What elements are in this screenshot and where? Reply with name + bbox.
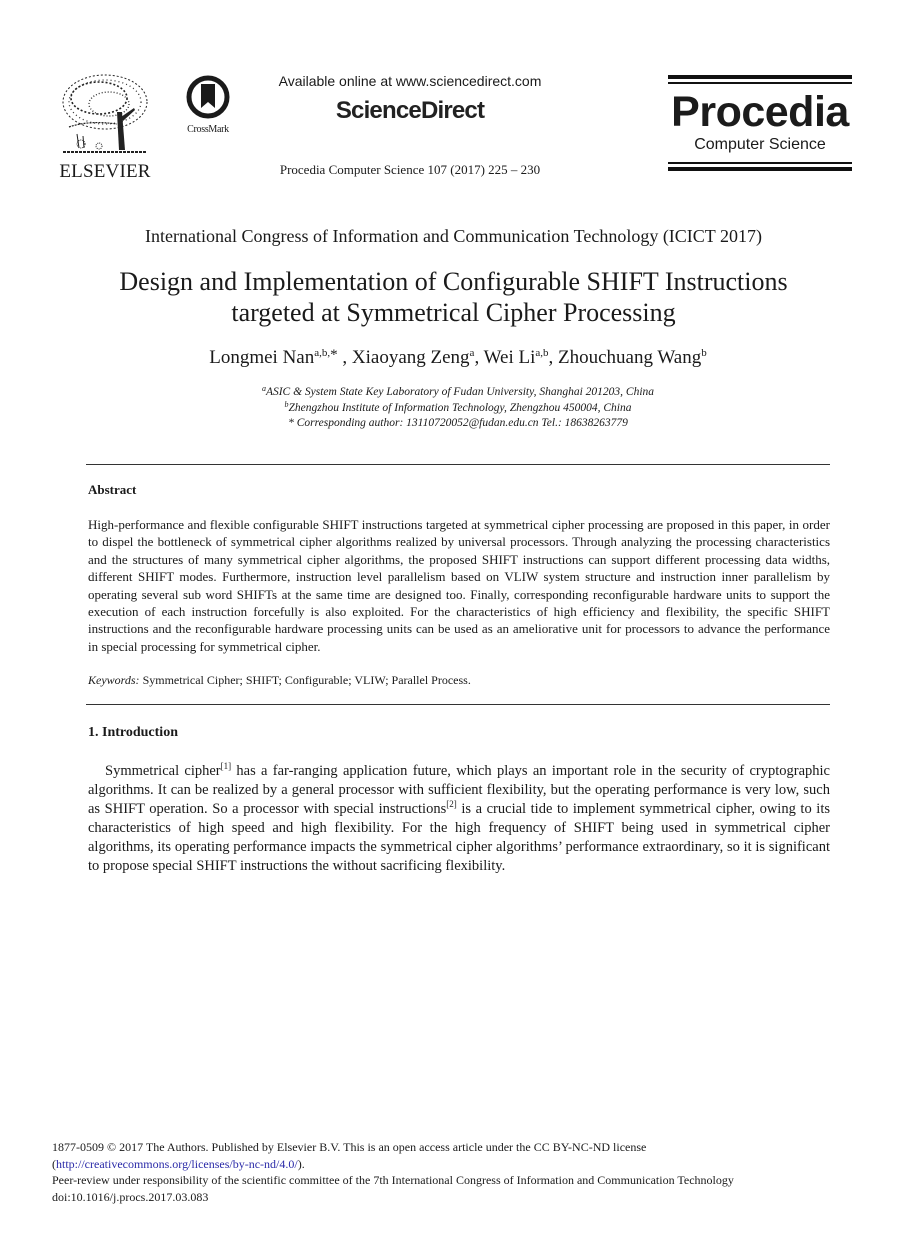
divider: [86, 704, 830, 705]
peer-review-line: Peer-review under responsibility of the …: [52, 1173, 734, 1187]
procedia-title: Procedia: [671, 88, 849, 136]
affiliation-text: Zhengzhou Institute of Information Techn…: [288, 402, 632, 414]
author-name: Xiaoyang Zeng: [351, 347, 470, 368]
divider: [86, 464, 830, 465]
elsevier-logo: ELSEVIER: [55, 72, 155, 182]
procedia-logo: Procedia Computer Science: [668, 75, 852, 171]
abstract-text: High-performance and flexible configurab…: [88, 517, 830, 654]
author-name: Longmei Nan: [209, 347, 315, 368]
citation-ref[interactable]: [2]: [446, 799, 457, 809]
introduction-heading: 1. Introduction: [88, 725, 178, 740]
author-affiliation-mark: a,b,*: [314, 347, 338, 363]
author-separator: ,: [474, 347, 484, 368]
journal-citation: Procedia Computer Science 107 (2017) 225…: [279, 162, 541, 177]
affiliation-text: ASIC & System State Key Laboratory of Fu…: [265, 386, 655, 398]
elsevier-tree-icon: [62, 74, 148, 153]
affiliation-b: bZhengzhou Institute of Information Tech…: [0, 401, 907, 415]
crossmark-label: CrossMark: [187, 124, 229, 135]
author-separator: ,: [548, 347, 559, 368]
author-list: Longmei Nana,b,* , Xiaoyang Zenga, Wei L…: [0, 347, 907, 369]
logo-rule: [668, 82, 852, 84]
crossmark-icon: [186, 75, 230, 119]
author-affiliation-mark: a,b: [535, 347, 549, 359]
introduction-paragraph: Symmetrical cipher[1] has a far-ranging …: [88, 761, 830, 875]
logo-rule: [668, 162, 852, 164]
elsevier-wordmark: ELSEVIER: [59, 161, 151, 182]
citation-ref[interactable]: [1]: [221, 761, 232, 771]
procedia-subtitle: Computer Science: [694, 136, 826, 153]
logo-rule: [668, 167, 852, 171]
keywords: Keywords: Symmetrical Cipher; SHIFT; Con…: [88, 673, 471, 688]
license-line: (http://creativecommons.org/licenses/by-…: [52, 1156, 305, 1171]
logo-rule: [668, 75, 852, 79]
license-link[interactable]: http://creativecommons.org/licenses/by-n…: [56, 1157, 298, 1171]
abstract-heading: Abstract: [88, 482, 137, 497]
affiliation-a: aASIC & System State Key Laboratory of F…: [0, 385, 907, 399]
author-separator: ,: [337, 347, 352, 368]
conference-name: International Congress of Information an…: [145, 226, 762, 246]
paper-title: Design and Implementation of Configurabl…: [40, 266, 867, 328]
author-name: Wei Li: [483, 347, 536, 368]
keywords-list: Symmetrical Cipher; SHIFT; Configurable;…: [142, 673, 471, 687]
author-name: Zhouchuang Wang: [558, 347, 702, 368]
doi[interactable]: doi:10.1016/j.procs.2017.03.083: [52, 1189, 832, 1206]
footer-notes: 1877-0509 © 2017 The Authors. Published …: [52, 1139, 832, 1205]
sciencedirect-logo: ScienceDirect: [335, 97, 485, 124]
title-line: Design and Implementation of Configurabl…: [119, 267, 788, 296]
corresponding-author: * Corresponding author: 13110720052@fuda…: [288, 417, 628, 429]
copyright-line: 1877-0509 © 2017 The Authors. Published …: [52, 1140, 647, 1154]
author-affiliation-mark: b: [701, 347, 707, 359]
crossmark-badge[interactable]: CrossMark: [178, 75, 238, 135]
available-online-text: Available online at www.sciencedirect.co…: [278, 73, 542, 89]
title-line: targeted at Symmetrical Cipher Processin…: [231, 298, 676, 327]
keywords-label: Keywords:: [88, 673, 140, 687]
